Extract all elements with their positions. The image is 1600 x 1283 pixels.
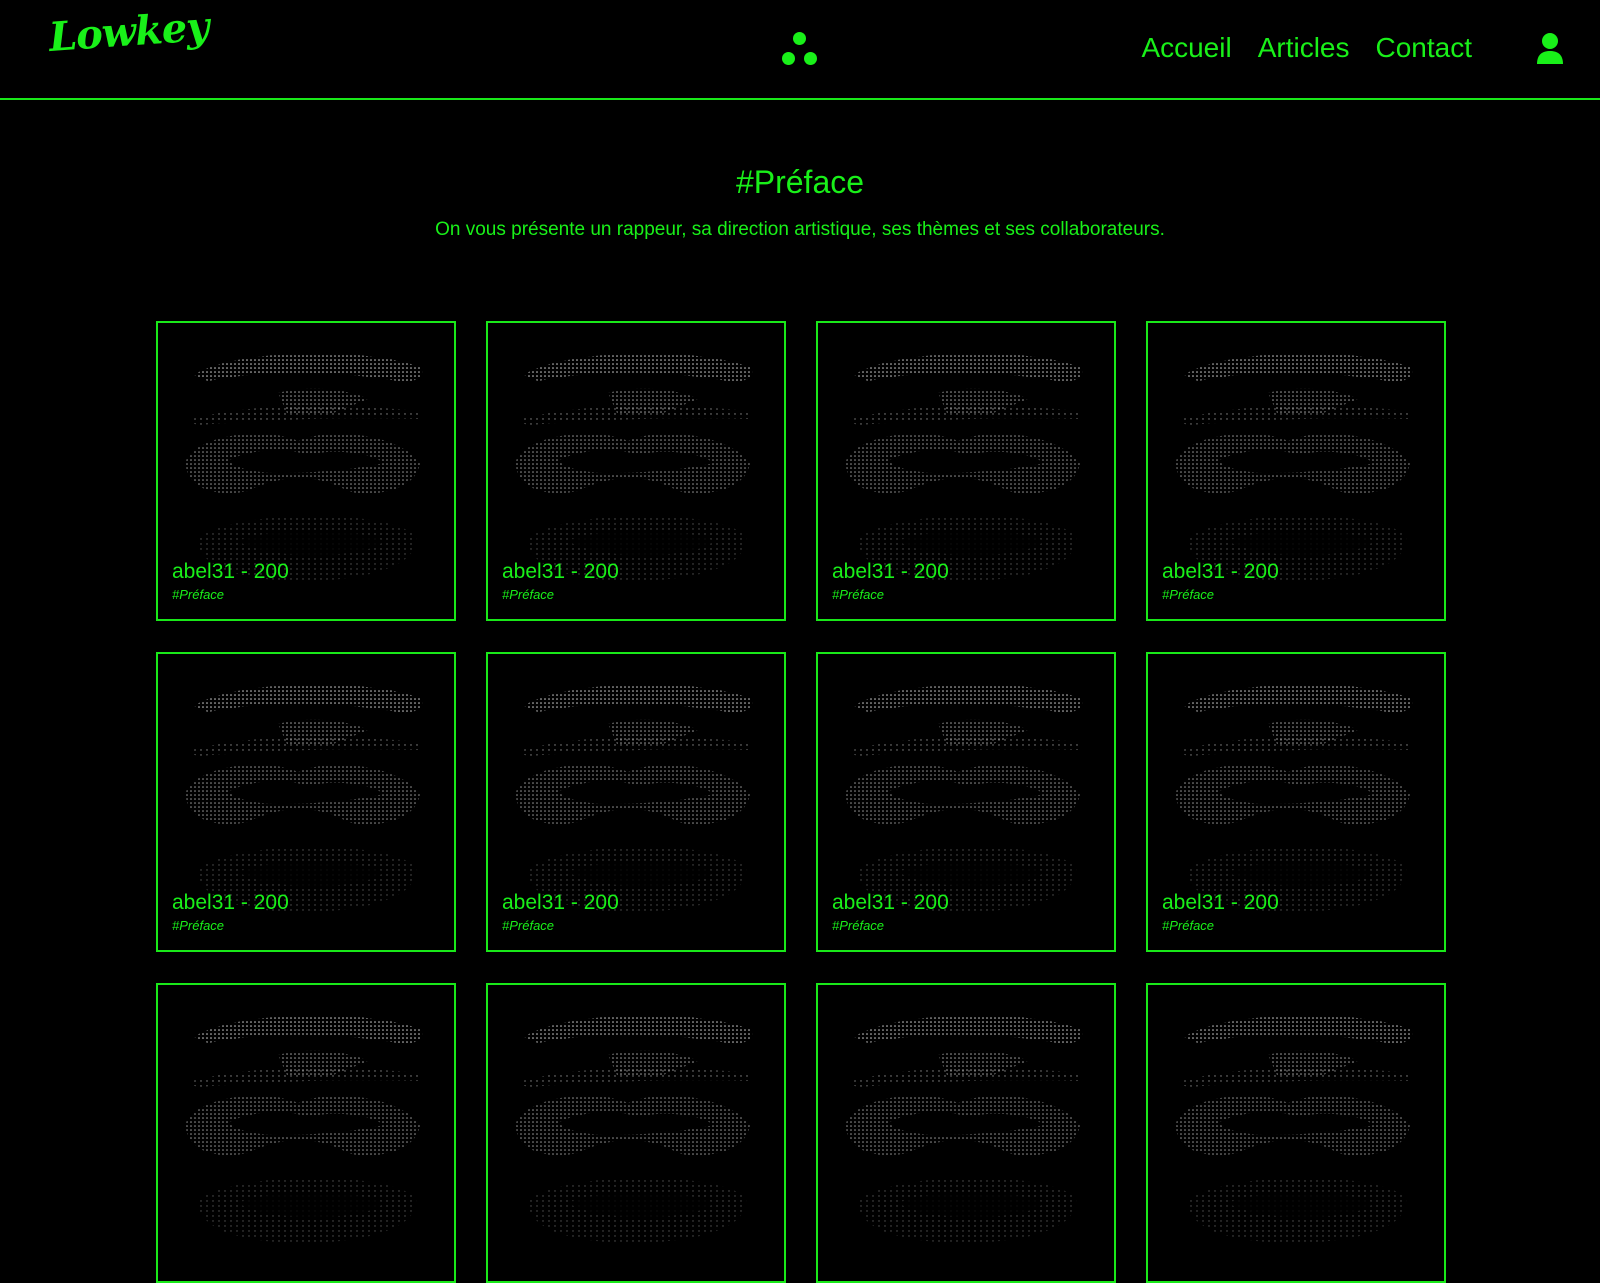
article-card[interactable]: abel31 - 200 #Préface (1146, 652, 1446, 952)
article-card[interactable] (816, 983, 1116, 1283)
page-title: #Préface (735, 164, 865, 200)
card-title[interactable]: abel31 - 200 (1162, 891, 1279, 915)
card-tag[interactable]: #Préface (172, 587, 224, 602)
point-cloud-art (1175, 1015, 1413, 1243)
article-card[interactable]: abel31 - 200 #Préface (156, 652, 456, 952)
user-icon[interactable] (1535, 32, 1565, 66)
card-title[interactable]: abel31 - 200 (832, 560, 949, 584)
article-card[interactable]: abel31 - 200 #Préface (486, 321, 786, 621)
page-subtitle: On vous présente un rappeur, sa directio… (435, 219, 1165, 240)
point-cloud-art (515, 1015, 753, 1243)
card-tag[interactable]: #Préface (172, 918, 224, 933)
card-tag[interactable]: #Préface (832, 587, 884, 602)
article-card[interactable] (486, 983, 786, 1283)
main-nav: Accueil Articles Contact (1141, 32, 1472, 64)
card-tag[interactable]: #Préface (1162, 918, 1214, 933)
card-title[interactable]: abel31 - 200 (502, 891, 619, 915)
three-dots-icon[interactable] (780, 32, 820, 68)
card-title[interactable]: abel31 - 200 (502, 560, 619, 584)
nav-accueil[interactable]: Accueil (1141, 32, 1231, 64)
point-cloud-art (185, 1015, 423, 1243)
card-tag[interactable]: #Préface (502, 918, 554, 933)
article-card[interactable]: abel31 - 200 #Préface (156, 321, 456, 621)
card-title[interactable]: abel31 - 200 (172, 891, 289, 915)
nav-articles[interactable]: Articles (1258, 32, 1350, 64)
point-cloud-art (845, 1015, 1083, 1243)
article-grid: abel31 - 200 #Préface abel31 - 200 #Préfac… (156, 321, 1446, 1283)
card-tag[interactable]: #Préface (1162, 587, 1214, 602)
article-card[interactable]: abel31 - 200 #Préface (816, 321, 1116, 621)
card-title[interactable]: abel31 - 200 (172, 560, 289, 584)
article-card[interactable]: abel31 - 200 #Préface (816, 652, 1116, 952)
article-card[interactable]: abel31 - 200 #Préface (1146, 321, 1446, 621)
card-tag[interactable]: #Préface (502, 587, 554, 602)
hero-section: #Préface On vous présente un rappeur, sa… (0, 164, 1600, 241)
article-card[interactable] (156, 983, 456, 1283)
site-logo[interactable]: Lowkey (47, 3, 210, 61)
card-title[interactable]: abel31 - 200 (832, 891, 949, 915)
nav-contact[interactable]: Contact (1376, 32, 1473, 64)
card-tag[interactable]: #Préface (832, 918, 884, 933)
card-title[interactable]: abel31 - 200 (1162, 560, 1279, 584)
article-card[interactable]: abel31 - 200 #Préface (486, 652, 786, 952)
site-header: Lowkey Accueil Articles Contact (0, 0, 1600, 100)
article-card[interactable] (1146, 983, 1446, 1283)
